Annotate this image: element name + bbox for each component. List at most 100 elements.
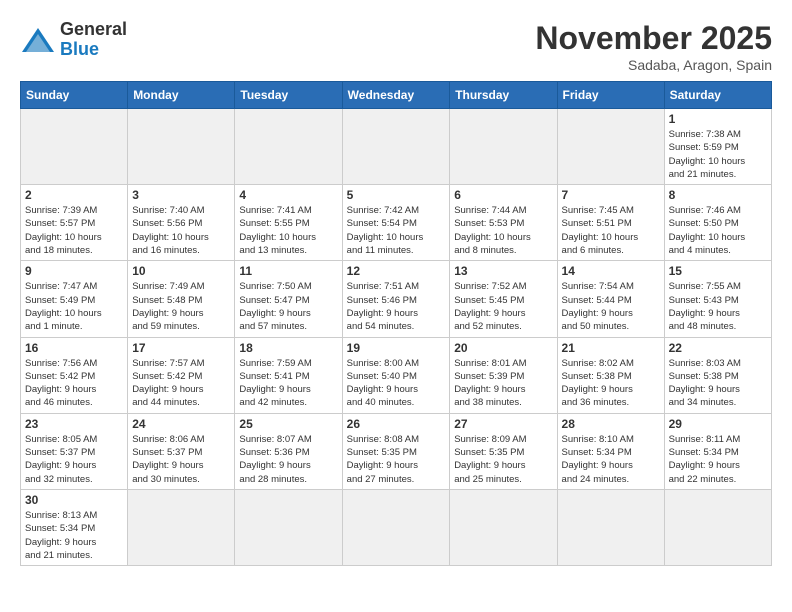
weekday-header-friday: Friday: [557, 82, 664, 109]
day-info: Sunrise: 8:08 AMSunset: 5:35 PMDaylight:…: [347, 433, 446, 486]
day-info: Sunrise: 8:11 AMSunset: 5:34 PMDaylight:…: [669, 433, 767, 486]
logo: GeneralBlue: [20, 20, 127, 60]
calendar-table: SundayMondayTuesdayWednesdayThursdayFrid…: [20, 81, 772, 566]
day-info: Sunrise: 7:47 AMSunset: 5:49 PMDaylight:…: [25, 280, 123, 333]
day-info: Sunrise: 7:56 AMSunset: 5:42 PMDaylight:…: [25, 357, 123, 410]
day-info: Sunrise: 7:40 AMSunset: 5:56 PMDaylight:…: [132, 204, 230, 257]
day-number: 12: [347, 264, 446, 278]
day-info: Sunrise: 7:57 AMSunset: 5:42 PMDaylight:…: [132, 357, 230, 410]
calendar-day-cell: [342, 489, 450, 565]
calendar-day-cell: [557, 109, 664, 185]
calendar-day-cell: 17 Sunrise: 7:57 AMSunset: 5:42 PMDayligh…: [128, 337, 235, 413]
weekday-header-wednesday: Wednesday: [342, 82, 450, 109]
title-block: November 2025 Sadaba, Aragon, Spain: [535, 20, 772, 73]
calendar-day-cell: 5Sunrise: 7:42 AMSunset: 5:54 PMDaylight…: [342, 185, 450, 261]
calendar-day-cell: 18 Sunrise: 7:59 AMSunset: 5:41 PMDayligh…: [235, 337, 342, 413]
day-info: Sunrise: 7:50 AMSunset: 5:47 PMDaylight:…: [239, 280, 337, 333]
calendar-day-cell: [128, 489, 235, 565]
day-number: 19: [347, 341, 446, 355]
day-number: 21: [562, 341, 660, 355]
day-info: Sunrise: 8:13 AMSunset: 5:34 PMDaylight:…: [25, 509, 123, 562]
day-number: 16: [25, 341, 123, 355]
day-info: Sunrise: 7:45 AMSunset: 5:51 PMDaylight:…: [562, 204, 660, 257]
day-info: Sunrise: 8:00 AMSunset: 5:40 PMDaylight:…: [347, 357, 446, 410]
day-number: 23: [25, 417, 123, 431]
calendar-day-cell: 10Sunrise: 7:49 AMSunset: 5:48 PMDayligh…: [128, 261, 235, 337]
day-number: 14: [562, 264, 660, 278]
calendar-week-row: 16 Sunrise: 7:56 AMSunset: 5:42 PMDayligh…: [21, 337, 772, 413]
day-info: Sunrise: 7:54 AMSunset: 5:44 PMDaylight:…: [562, 280, 660, 333]
day-number: 10: [132, 264, 230, 278]
calendar-day-cell: [21, 109, 128, 185]
calendar-day-cell: 1Sunrise: 7:38 AMSunset: 5:59 PMDaylight…: [664, 109, 771, 185]
day-info: Sunrise: 8:03 AMSunset: 5:38 PMDaylight:…: [669, 357, 767, 410]
calendar-day-cell: 23Sunrise: 8:05 AMSunset: 5:37 PMDayligh…: [21, 413, 128, 489]
calendar-day-cell: [557, 489, 664, 565]
day-number: 22: [669, 341, 767, 355]
calendar-day-cell: [235, 109, 342, 185]
calendar-day-cell: 26Sunrise: 8:08 AMSunset: 5:35 PMDayligh…: [342, 413, 450, 489]
weekday-header-sunday: Sunday: [21, 82, 128, 109]
day-number: 13: [454, 264, 552, 278]
day-info: Sunrise: 7:52 AMSunset: 5:45 PMDaylight:…: [454, 280, 552, 333]
calendar-day-cell: 30 Sunrise: 8:13 AMSunset: 5:34 PMDayligh…: [21, 489, 128, 565]
day-info: Sunrise: 8:07 AMSunset: 5:36 PMDaylight:…: [239, 433, 337, 486]
logo-text: GeneralBlue: [60, 20, 127, 60]
weekday-header-row: SundayMondayTuesdayWednesdayThursdayFrid…: [21, 82, 772, 109]
weekday-header-thursday: Thursday: [450, 82, 557, 109]
day-info: Sunrise: 8:09 AMSunset: 5:35 PMDaylight:…: [454, 433, 552, 486]
weekday-header-monday: Monday: [128, 82, 235, 109]
calendar-day-cell: 3 Sunrise: 7:40 AMSunset: 5:56 PMDaylight…: [128, 185, 235, 261]
calendar-day-cell: [235, 489, 342, 565]
day-number: 15: [669, 264, 767, 278]
calendar-day-cell: 13 Sunrise: 7:52 AMSunset: 5:45 PMDayligh…: [450, 261, 557, 337]
day-number: 9: [25, 264, 123, 278]
calendar-day-cell: 22 Sunrise: 8:03 AMSunset: 5:38 PMDayligh…: [664, 337, 771, 413]
calendar-day-cell: [450, 489, 557, 565]
day-info: Sunrise: 7:44 AMSunset: 5:53 PMDaylight:…: [454, 204, 552, 257]
calendar-day-cell: 19 Sunrise: 8:00 AMSunset: 5:40 PMDayligh…: [342, 337, 450, 413]
calendar-week-row: 9 Sunrise: 7:47 AMSunset: 5:49 PMDaylight…: [21, 261, 772, 337]
day-number: 11: [239, 264, 337, 278]
calendar-day-cell: 29 Sunrise: 8:11 AMSunset: 5:34 PMDayligh…: [664, 413, 771, 489]
day-info: Sunrise: 7:38 AMSunset: 5:59 PMDaylight:…: [669, 128, 767, 181]
calendar-day-cell: 8 Sunrise: 7:46 AMSunset: 5:50 PMDaylight…: [664, 185, 771, 261]
calendar-week-row: 1Sunrise: 7:38 AMSunset: 5:59 PMDaylight…: [21, 109, 772, 185]
day-number: 3: [132, 188, 230, 202]
day-number: 29: [669, 417, 767, 431]
calendar-day-cell: 12Sunrise: 7:51 AMSunset: 5:46 PMDayligh…: [342, 261, 450, 337]
day-info: Sunrise: 8:01 AMSunset: 5:39 PMDaylight:…: [454, 357, 552, 410]
day-info: Sunrise: 8:02 AMSunset: 5:38 PMDaylight:…: [562, 357, 660, 410]
calendar-day-cell: 28Sunrise: 8:10 AMSunset: 5:34 PMDayligh…: [557, 413, 664, 489]
calendar-subtitle: Sadaba, Aragon, Spain: [535, 57, 772, 73]
calendar-day-cell: 14 Sunrise: 7:54 AMSunset: 5:44 PMDayligh…: [557, 261, 664, 337]
day-number: 7: [562, 188, 660, 202]
day-info: Sunrise: 7:59 AMSunset: 5:41 PMDaylight:…: [239, 357, 337, 410]
weekday-header-tuesday: Tuesday: [235, 82, 342, 109]
calendar-day-cell: 4 Sunrise: 7:41 AMSunset: 5:55 PMDaylight…: [235, 185, 342, 261]
day-number: 17: [132, 341, 230, 355]
day-number: 28: [562, 417, 660, 431]
day-info: Sunrise: 7:46 AMSunset: 5:50 PMDaylight:…: [669, 204, 767, 257]
calendar-week-row: 30 Sunrise: 8:13 AMSunset: 5:34 PMDayligh…: [21, 489, 772, 565]
weekday-header-saturday: Saturday: [664, 82, 771, 109]
day-number: 4: [239, 188, 337, 202]
day-info: Sunrise: 8:06 AMSunset: 5:37 PMDaylight:…: [132, 433, 230, 486]
calendar-body: 1Sunrise: 7:38 AMSunset: 5:59 PMDaylight…: [21, 109, 772, 566]
calendar-day-cell: [664, 489, 771, 565]
day-number: 20: [454, 341, 552, 355]
day-number: 25: [239, 417, 337, 431]
day-number: 30: [25, 493, 123, 507]
day-info: Sunrise: 7:55 AMSunset: 5:43 PMDaylight:…: [669, 280, 767, 333]
calendar-day-cell: 24Sunrise: 8:06 AMSunset: 5:37 PMDayligh…: [128, 413, 235, 489]
day-number: 8: [669, 188, 767, 202]
calendar-day-cell: 11 Sunrise: 7:50 AMSunset: 5:47 PMDayligh…: [235, 261, 342, 337]
calendar-day-cell: 9 Sunrise: 7:47 AMSunset: 5:49 PMDaylight…: [21, 261, 128, 337]
calendar-day-cell: 15 Sunrise: 7:55 AMSunset: 5:43 PMDayligh…: [664, 261, 771, 337]
calendar-week-row: 2Sunrise: 7:39 AMSunset: 5:57 PMDaylight…: [21, 185, 772, 261]
calendar-day-cell: 7 Sunrise: 7:45 AMSunset: 5:51 PMDaylight…: [557, 185, 664, 261]
calendar-header: SundayMondayTuesdayWednesdayThursdayFrid…: [21, 82, 772, 109]
page-header: GeneralBlue November 2025 Sadaba, Aragon…: [20, 20, 772, 73]
day-number: 18: [239, 341, 337, 355]
day-info: Sunrise: 7:41 AMSunset: 5:55 PMDaylight:…: [239, 204, 337, 257]
